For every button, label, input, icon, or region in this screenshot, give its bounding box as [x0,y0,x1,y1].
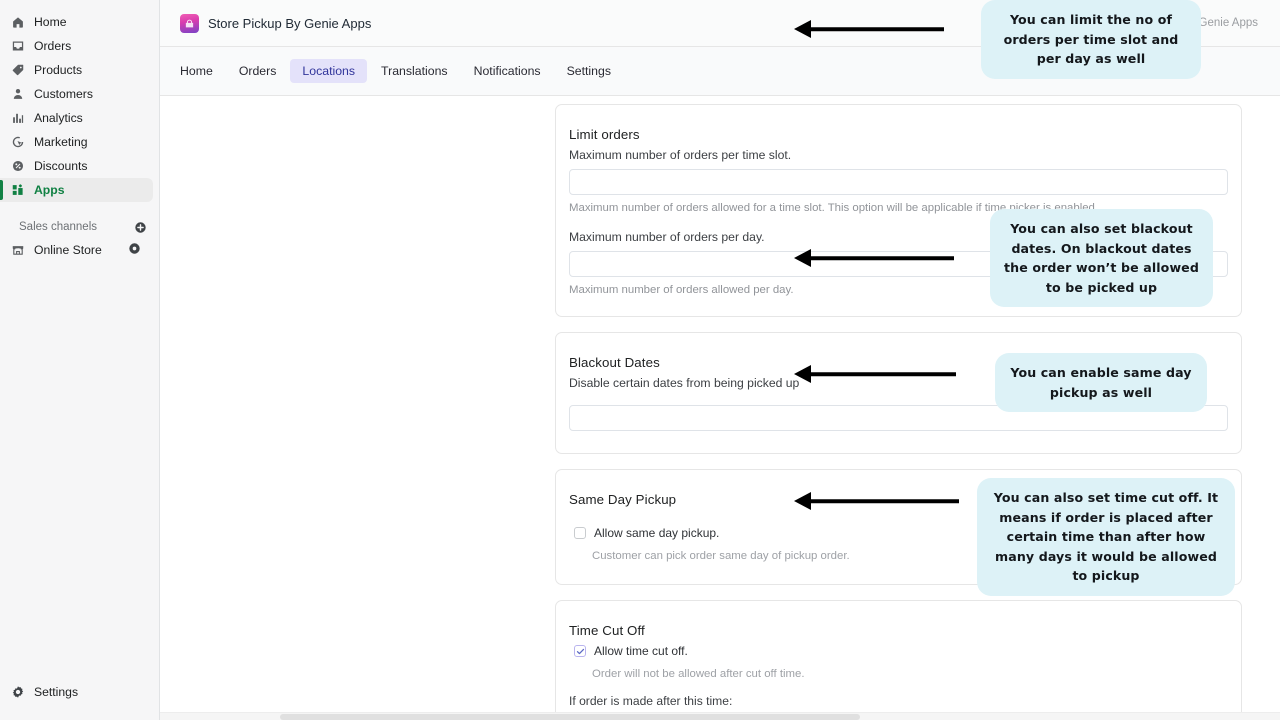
settings-cards: Limit orders Maximum number of orders pe… [555,104,1242,720]
same-day-pickup-checkbox-label: Allow same day pickup. [594,526,719,540]
add-channel-icon[interactable] [134,221,147,234]
sidebar-bottom: Settings [0,680,159,704]
products-icon [10,63,25,78]
customers-icon [10,87,25,102]
limit-orders-day-help: Maximum number of orders allowed per day… [569,284,1228,296]
blackout-dates-input[interactable] [569,405,1228,431]
same-day-pickup-title: Same Day Pickup [569,492,1228,507]
sidebar-item-analytics[interactable]: Analytics [0,106,153,130]
sidebar-item-online-store[interactable]: Online Store [0,238,153,262]
tab-locations[interactable]: Locations [290,59,367,83]
sidebar-item-label: Discounts [34,159,88,173]
sidebar-item-label: Apps [34,183,64,197]
home-icon [10,15,25,30]
sidebar-item-discounts[interactable]: Discounts [0,154,153,178]
tab-orders[interactable]: Orders [227,59,289,83]
view-store-icon[interactable] [128,242,141,258]
limit-orders-day-label: Maximum number of orders per day. [569,230,1228,244]
sales-channels-header: Sales channels [0,216,159,238]
time-cut-off-select-label: If order is made after this time: [569,694,1228,708]
marketing-icon [10,135,25,150]
blackout-dates-title: Blackout Dates [569,355,1228,370]
sidebar-item-marketing[interactable]: Marketing [0,130,153,154]
sidebar-item-home[interactable]: Home [0,10,153,34]
tab-home[interactable]: Home [168,59,225,83]
scrollbar-thumb[interactable] [280,714,860,720]
tab-translations[interactable]: Translations [369,59,460,83]
sidebar-item-label: Products [34,63,82,77]
limit-orders-slot-label: Maximum number of orders per time slot. [569,148,1228,162]
time-cut-off-checkbox-row[interactable]: Allow time cut off. [574,644,1228,658]
card-time-cut-off: Time Cut Off Allow time cut off. Order w… [555,600,1242,720]
horizontal-scrollbar[interactable] [160,712,1280,720]
sidebar-item-label: Home [34,15,67,29]
sidebar-item-label: Analytics [34,111,83,125]
app-logo-icon [180,14,199,33]
time-cut-off-help: Order will not be allowed after cut off … [592,668,1228,680]
tab-settings[interactable]: Settings [555,59,623,83]
card-blackout-dates: Blackout Dates Disable certain dates fro… [555,332,1242,454]
sidebar-item-label: Settings [34,685,78,699]
sidebar-item-apps[interactable]: Apps [0,178,153,202]
limit-orders-title: Limit orders [569,127,1228,142]
online-store-icon [10,243,25,258]
max-orders-per-slot-input[interactable] [569,169,1228,195]
app-byline: by Genie Apps [1183,17,1258,29]
tab-notifications[interactable]: Notifications [462,59,553,83]
app-root: Home Orders Products Customers Analytics [0,0,1280,720]
sidebar-item-label: Orders [34,39,71,53]
gear-icon [10,685,25,700]
max-orders-per-day-input[interactable] [569,251,1228,277]
sidebar-item-label: Online Store [34,243,102,257]
same-day-pickup-checkbox[interactable] [574,527,586,539]
same-day-pickup-help: Customer can pick order same day of pick… [592,550,1228,562]
limit-orders-slot-help: Maximum number of orders allowed for a t… [569,202,1228,214]
apps-icon [10,183,25,198]
orders-icon [10,39,25,54]
time-cut-off-checkbox-label: Allow time cut off. [594,644,688,658]
sidebar: Home Orders Products Customers Analytics [0,0,160,720]
app-topbar: Store Pickup By Genie Apps by Genie Apps [160,0,1280,47]
sidebar-item-label: Marketing [34,135,88,149]
sidebar-item-customers[interactable]: Customers [0,82,153,106]
sales-channels-label: Sales channels [19,221,97,233]
card-same-day-pickup: Same Day Pickup Allow same day pickup. C… [555,469,1242,585]
tab-bar: Home Orders Locations Translations Notif… [160,47,1280,96]
main-area: Store Pickup By Genie Apps by Genie Apps… [160,0,1280,720]
time-cut-off-title: Time Cut Off [569,623,1228,638]
same-day-pickup-checkbox-row[interactable]: Allow same day pickup. [574,526,1228,540]
app-title: Store Pickup By Genie Apps [208,16,371,31]
discounts-icon [10,159,25,174]
sidebar-item-label: Customers [34,87,93,101]
sales-channels-section: Sales channels Online Store [0,216,159,262]
time-cut-off-checkbox[interactable] [574,645,586,657]
settings-content: Limit orders Maximum number of orders pe… [160,97,1280,720]
blackout-dates-subtitle: Disable certain dates from being picked … [569,376,1228,390]
sidebar-item-products[interactable]: Products [0,58,153,82]
analytics-icon [10,111,25,126]
card-limit-orders: Limit orders Maximum number of orders pe… [555,104,1242,317]
sidebar-item-orders[interactable]: Orders [0,34,153,58]
sidebar-item-settings[interactable]: Settings [0,680,153,704]
